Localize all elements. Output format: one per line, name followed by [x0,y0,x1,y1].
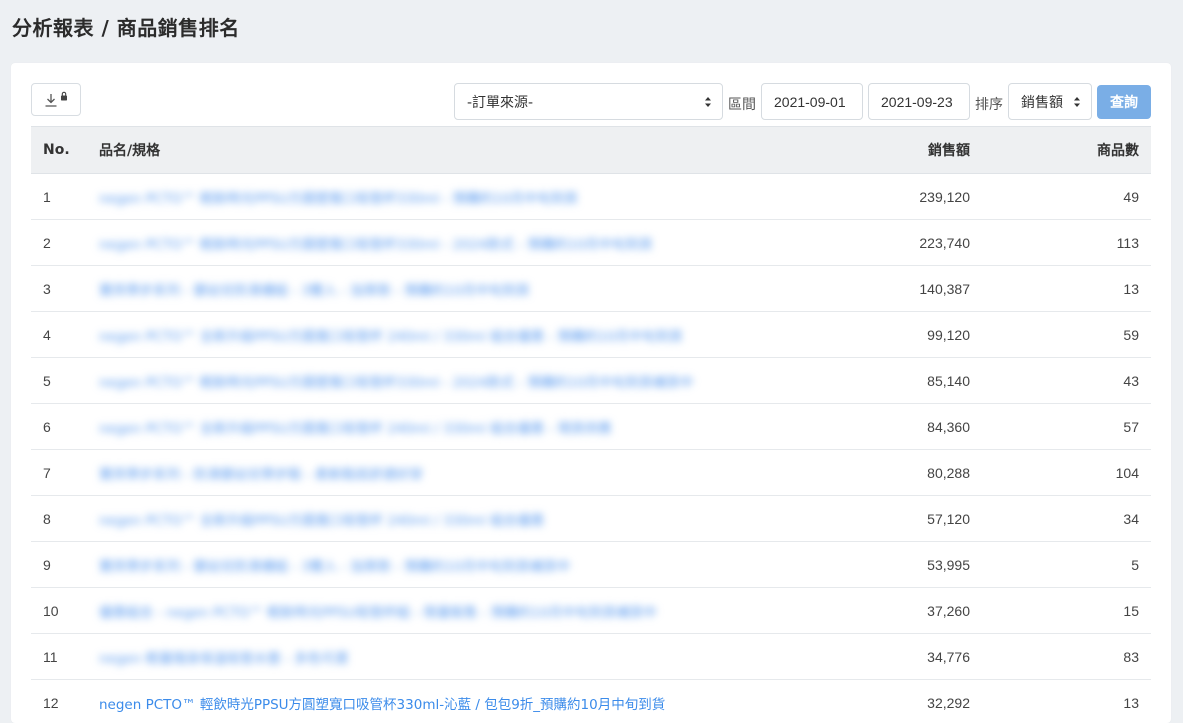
row-count: 113 [982,220,1151,266]
row-number: 8 [31,496,87,542]
order-source-select[interactable]: -訂單來源- [454,83,723,120]
row-count: 83 [982,634,1151,680]
row-name-cell: 寶貝學步系列 - 防滑嬰幼兒學步鞋 - 柔軟鞋底舒適好穿 [87,450,758,496]
table-body: 1 negen PCTO™ 輕飲時光PPSU方圓塑寬口吸管杯330ml - 預購約… [31,174,1151,723]
column-header-no: No. [31,127,87,174]
row-name-cell: negen PCTO™ 全新升級PPSU方圓寬口吸管杯 240ml / 330m… [87,404,758,450]
product-link[interactable]: 寶貝學步系列 - 防滑嬰幼兒學步鞋 - 柔軟鞋底舒適好穿 [99,467,423,483]
row-name-cell: negen 輕量隨身保溫吸管水壺 - 多色可選 [87,634,758,680]
table-row: 11 negen 輕量隨身保溫吸管水壺 - 多色可選 34,77683 [31,634,1151,680]
row-sales: 32,292 [758,680,982,723]
row-sales: 53,995 [758,542,982,588]
row-count: 57 [982,404,1151,450]
row-number: 11 [31,634,87,680]
row-name-cell: negen PCTO™ 全新升級PPSU方圓寬口吸管杯 240ml / 330m… [87,312,758,358]
row-sales: 140,387 [758,266,982,312]
row-count: 49 [982,174,1151,220]
product-link[interactable]: 寶貝學步系列 - 嬰幼兒防滑襪組 - 3雙入 - 加厚款 - 預購約10月中旬到… [99,559,570,575]
row-number: 2 [31,220,87,266]
product-link[interactable]: negen PCTO™ 全新升級PPSU方圓寬口吸管杯 240ml / 330m… [99,329,683,345]
row-number: 12 [31,680,87,723]
product-link[interactable]: negen PCTO™ 全新升級PPSU方圓寬口吸管杯 240ml / 330m… [99,421,612,437]
row-name-cell: negen PCTO™ 輕飲時光PPSU方圓塑寬口吸管杯330ml - 預購約1… [87,174,758,220]
row-number: 6 [31,404,87,450]
row-count: 13 [982,680,1151,723]
row-count: 43 [982,358,1151,404]
row-sales: 85,140 [758,358,982,404]
column-header-name: 品名/規格 [87,127,758,174]
row-name-cell: 寶貝學步系列 - 嬰幼兒防滑襪組 - 3雙入 - 加厚款 - 預購約10月中旬到… [87,542,758,588]
table-row: 9 寶貝學步系列 - 嬰幼兒防滑襪組 - 3雙入 - 加厚款 - 預購約10月中旬… [31,542,1151,588]
product-link[interactable]: negen PCTO™ 輕飲時光PPSU方圓塑寬口吸管杯330ml - 2024… [99,237,653,253]
product-link[interactable]: 寶貝學步系列 - 嬰幼兒防滑襪組 - 3雙入 - 加厚款 - 預購約10月中旬到… [99,283,530,299]
row-sales: 57,120 [758,496,982,542]
lock-icon [60,91,68,101]
row-number: 10 [31,588,87,634]
row-count: 104 [982,450,1151,496]
table-row: 12 negen PCTO™ 輕飲時光PPSU方圓塑寬口吸管杯330ml-沁藍 /… [31,680,1151,723]
row-sales: 84,360 [758,404,982,450]
product-link[interactable]: negen PCTO™ 輕飲時光PPSU方圓塑寬口吸管杯330ml - 預購約1… [99,191,578,207]
column-header-sales[interactable]: 銷售額 [758,127,982,174]
row-sales: 239,120 [758,174,982,220]
product-link[interactable]: negen 輕量隨身保溫吸管水壺 - 多色可選 [99,651,348,667]
table-row: 5 negen PCTO™ 輕飲時光PPSU方圓塑寬口吸管杯330ml - 202… [31,358,1151,404]
row-name-cell: negen PCTO™ 輕飲時光PPSU方圓塑寬口吸管杯330ml - 2024… [87,220,758,266]
table-header-row: No. 品名/規格 銷售額 商品數 [31,127,1151,174]
table-row: 1 negen PCTO™ 輕飲時光PPSU方圓塑寬口吸管杯330ml - 預購約… [31,174,1151,220]
row-sales: 99,120 [758,312,982,358]
product-link[interactable]: negen PCTO™ 輕飲時光PPSU方圓塑寬口吸管杯330ml - 2024… [99,375,693,391]
table-row: 2 negen PCTO™ 輕飲時光PPSU方圓塑寬口吸管杯330ml - 202… [31,220,1151,266]
product-link[interactable]: negen PCTO™ 全新升級PPSU方圓寬口吸管杯 240ml / 330m… [99,513,544,529]
row-number: 9 [31,542,87,588]
select-arrows-icon [704,95,712,109]
sort-label: 排序 [975,94,1003,114]
download-icon [44,92,58,108]
table-row: 3 寶貝學步系列 - 嬰幼兒防滑襪組 - 3雙入 - 加厚款 - 預購約10月中旬… [31,266,1151,312]
row-name-cell: negen PCTO™ 全新升級PPSU方圓寬口吸管杯 240ml / 330m… [87,496,758,542]
row-number: 7 [31,450,87,496]
row-number: 4 [31,312,87,358]
table-row: 10 優惠組合 - negen PCTO™ 輕飲時光PPSU吸管杯組 - 限量販售… [31,588,1151,634]
row-name-cell: 優惠組合 - negen PCTO™ 輕飲時光PPSU吸管杯組 - 限量販售 -… [87,588,758,634]
sort-select[interactable]: 銷售額 [1008,83,1092,120]
end-date-input[interactable] [868,83,970,120]
order-source-value: -訂單來源- [467,92,704,112]
product-link[interactable]: negen PCTO™ 輕飲時光PPSU方圓塑寬口吸管杯330ml-沁藍 / 包… [99,697,665,713]
row-number: 5 [31,358,87,404]
query-button[interactable]: 查詢 [1097,85,1151,119]
row-count: 15 [982,588,1151,634]
table-row: 8 negen PCTO™ 全新升級PPSU方圓寬口吸管杯 240ml / 330… [31,496,1151,542]
product-link[interactable]: 優惠組合 - negen PCTO™ 輕飲時光PPSU吸管杯組 - 限量販售 -… [99,605,657,621]
sales-ranking-table: No. 品名/規格 銷售額 商品數 1 negen PCTO™ 輕飲時光PPSU方… [31,126,1151,723]
date-range-label: 區間 [728,94,756,114]
row-count: 59 [982,312,1151,358]
row-name-cell: 寶貝學步系列 - 嬰幼兒防滑襪組 - 3雙入 - 加厚款 - 預購約10月中旬到… [87,266,758,312]
report-card: -訂單來源- 區間 排序 銷售額 查詢 No. 品名/規格 銷售額 商品數 [11,63,1171,723]
column-header-count[interactable]: 商品數 [982,127,1151,174]
sort-value: 銷售額 [1021,92,1073,112]
row-name-cell: negen PCTO™ 輕飲時光PPSU方圓塑寬口吸管杯330ml-沁藍 / 包… [87,680,758,723]
row-sales: 34,776 [758,634,982,680]
row-count: 5 [982,542,1151,588]
table-row: 7 寶貝學步系列 - 防滑嬰幼兒學步鞋 - 柔軟鞋底舒適好穿 80,288104 [31,450,1151,496]
row-sales: 80,288 [758,450,982,496]
table-row: 6 negen PCTO™ 全新升級PPSU方圓寬口吸管杯 240ml / 330… [31,404,1151,450]
filter-toolbar: -訂單來源- 區間 排序 銷售額 查詢 [11,63,1171,126]
row-sales: 37,260 [758,588,982,634]
row-name-cell: negen PCTO™ 輕飲時光PPSU方圓塑寬口吸管杯330ml - 2024… [87,358,758,404]
row-count: 13 [982,266,1151,312]
start-date-input[interactable] [761,83,863,120]
row-count: 34 [982,496,1151,542]
row-number: 1 [31,174,87,220]
row-sales: 223,740 [758,220,982,266]
row-number: 3 [31,266,87,312]
page-title: 分析報表 / 商品銷售排名 [12,12,240,41]
select-arrows-icon [1073,95,1081,109]
table-row: 4 negen PCTO™ 全新升級PPSU方圓寬口吸管杯 240ml / 330… [31,312,1151,358]
export-button[interactable] [31,83,81,116]
